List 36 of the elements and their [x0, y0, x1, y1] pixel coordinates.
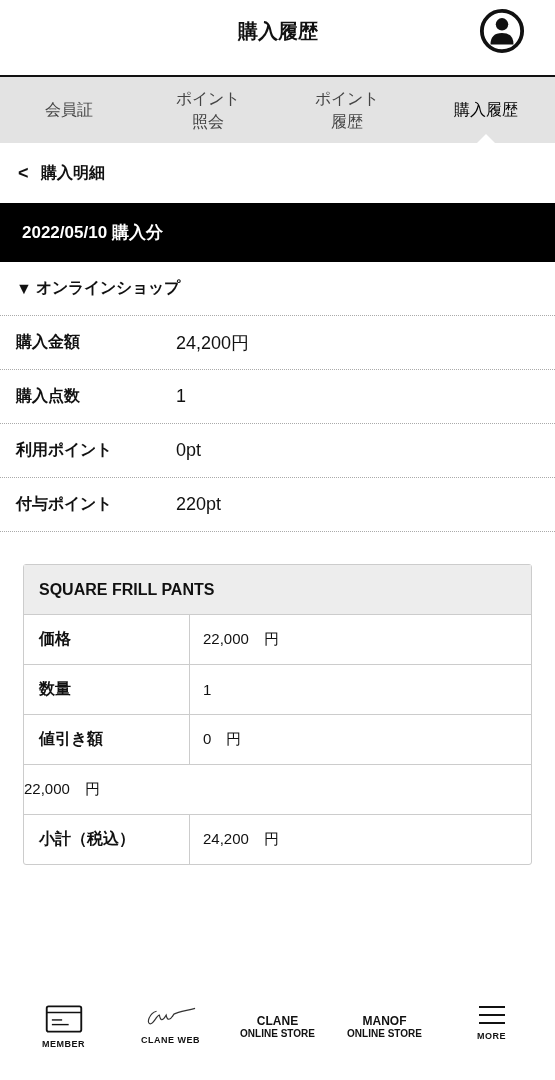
date-bar: 2022/05/10 購入分	[0, 203, 555, 262]
table-cell-text: 22,000 円	[202, 629, 280, 649]
summary-value: 1	[176, 386, 186, 407]
table-header: SQUARE FRILL PANTS	[24, 565, 531, 615]
back-icon[interactable]: <	[18, 162, 29, 184]
table-cell: 値引き額	[24, 715, 190, 764]
page-subtitle: 購入明細	[40, 162, 105, 183]
nav-label[interactable]: CLANE WEB	[141, 1035, 200, 1045]
summary-label: 購入点数	[16, 386, 81, 406]
card-icon[interactable]	[44, 1005, 83, 1033]
tab[interactable]: ポイント照会	[138, 77, 278, 143]
table-cell-text: 24,200 円	[202, 829, 280, 849]
store-logo[interactable]: CLANE ONLINE STORE	[240, 1015, 315, 1040]
section-title: オンラインショップ	[35, 278, 180, 298]
table-cell-text: 1	[202, 680, 213, 700]
tab[interactable]: ポイント履歴	[277, 77, 417, 143]
summary-value: 220pt	[176, 494, 222, 515]
summary-label: 利用ポイント	[16, 440, 113, 460]
nav-label[interactable]: MEMBER	[42, 1039, 85, 1049]
table-cell-text: 0 円	[202, 729, 243, 749]
tab[interactable]: 会員証	[0, 77, 139, 143]
summary-label: 購入金額	[16, 332, 81, 352]
table-cell: 小計（税込）	[24, 815, 190, 864]
summary-value: 24,200円	[176, 331, 250, 355]
table-cell-text: 22,000 円	[24, 779, 100, 799]
page-title: 購入履歴	[237, 19, 318, 44]
summary-label: 付与ポイント	[16, 494, 113, 514]
account-icon[interactable]	[479, 8, 525, 54]
summary-value: 0pt	[176, 440, 202, 461]
table-cell: 数量	[24, 665, 190, 714]
nav-label[interactable]: MORE	[477, 1031, 506, 1041]
table-cell: 価格	[24, 615, 190, 664]
store-logo[interactable]: MANOF ONLINE STORE	[347, 1015, 422, 1040]
tab[interactable]: 購入履歴	[416, 77, 555, 143]
triangle-icon: ▼	[16, 279, 32, 298]
menu-icon[interactable]	[478, 1005, 505, 1025]
